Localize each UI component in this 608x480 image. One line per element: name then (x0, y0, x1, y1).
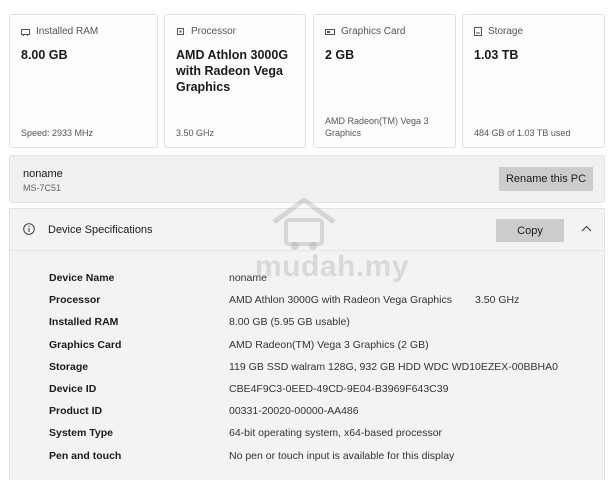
spec-value: 64-bit operating system, x64-based proce… (229, 427, 443, 440)
pc-name-section: noname MS-7C51 Rename this PC (9, 155, 605, 203)
graphics-card-icon (325, 28, 335, 35)
spec-value: AMD Radeon(TM) Vega 3 Graphics (2 GB) (229, 338, 429, 351)
spec-value: CBE4F9C3-0EED-49CD-9E04-B3969F643C39 (229, 382, 449, 395)
spec-label: System Type (49, 427, 113, 440)
storage-icon (474, 27, 482, 36)
spec-value: AMD Athlon 3000G with Radeon Vega Graphi… (229, 294, 452, 307)
card-footer: Speed: 2933 MHz (21, 128, 94, 138)
spec-label: Installed RAM (49, 316, 119, 329)
spec-row-graphics-card: Graphics Card AMD Radeon(TM) Vega 3 Grap… (10, 336, 604, 358)
spec-row-device-name: Device Name noname (10, 269, 604, 291)
pc-name: noname (23, 168, 63, 180)
spec-row-system-type: System Type 64-bit operating system, x64… (10, 424, 604, 446)
card-value: 8.00 GB (21, 48, 68, 62)
card-storage: Storage 1.03 TB 484 GB of 1.03 TB used (462, 14, 605, 148)
spec-label: Processor (49, 294, 101, 307)
card-processor: Processor AMD Athlon 3000G with Radeon V… (164, 14, 306, 148)
spec-label: Graphics Card (49, 338, 122, 351)
processor-icon (177, 28, 184, 35)
card-installed-ram: Installed RAM 8.00 GB Speed: 2933 MHz (9, 14, 158, 148)
spec-value: 8.00 GB (5.95 GB usable) (229, 316, 350, 329)
card-value: AMD Athlon 3000G with Radeon Vega Graphi… (176, 48, 289, 94)
card-label: Processor (191, 26, 237, 37)
chevron-up-icon[interactable] (581, 225, 592, 232)
spec-value: No pen or touch input is available for t… (229, 449, 455, 462)
card-label: Storage (488, 26, 524, 37)
card-footer: AMD Radeon(TM) Vega 3 Graphics (325, 116, 429, 138)
spec-rows: Device Name noname Processor AMD Athlon … (10, 269, 604, 469)
card-graphics-card: Graphics Card 2 GB AMD Radeon(TM) Vega 3… (313, 14, 456, 148)
spec-row-device-id: Device ID CBE4F9C3-0EED-49CD-9E04-B3969F… (10, 380, 604, 402)
spec-row-product-id: Product ID 00331-20020-00000-AA486 (10, 402, 604, 424)
spec-label: Device Name (49, 272, 115, 284)
card-footer: 484 GB of 1.03 TB used (474, 128, 571, 138)
spec-value: 119 GB SSD walram 128G, 932 GB HDD WDC W… (229, 360, 558, 373)
card-label: Graphics Card (341, 26, 406, 37)
spec-extra-value: 3.50 GHz (475, 294, 520, 307)
pc-model: MS-7C51 (23, 183, 62, 193)
copy-button[interactable]: Copy (496, 219, 564, 242)
spec-row-installed-ram: Installed RAM 8.00 GB (5.95 GB usable) (10, 313, 604, 335)
spec-value: noname (229, 272, 267, 284)
spec-row-pen-and-touch: Pen and touch No pen or touch input is a… (10, 447, 604, 469)
spec-label: Device ID (49, 382, 97, 395)
spec-row-storage: Storage 119 GB SSD walram 128G, 932 GB H… (10, 358, 604, 380)
card-value: 2 GB (325, 48, 355, 62)
card-label: Installed RAM (36, 26, 99, 37)
rename-pc-button[interactable]: Rename this PC (499, 167, 593, 191)
ram-icon (21, 28, 30, 36)
spec-label: Product ID (49, 405, 103, 418)
spec-row-processor: Processor AMD Athlon 3000G with Radeon V… (10, 291, 604, 313)
info-icon (23, 223, 35, 235)
spec-label: Pen and touch (49, 449, 122, 462)
card-value: 1.03 TB (474, 48, 519, 62)
device-specifications-panel: Device Specifications Copy Device Name n… (9, 208, 605, 480)
device-specifications-title: Device Specifications (48, 224, 153, 236)
device-specifications-header[interactable]: Device Specifications Copy (10, 209, 604, 251)
card-footer: 3.50 GHz (176, 128, 215, 138)
spec-value: 00331-20020-00000-AA486 (229, 405, 359, 418)
spec-label: Storage (49, 360, 89, 373)
